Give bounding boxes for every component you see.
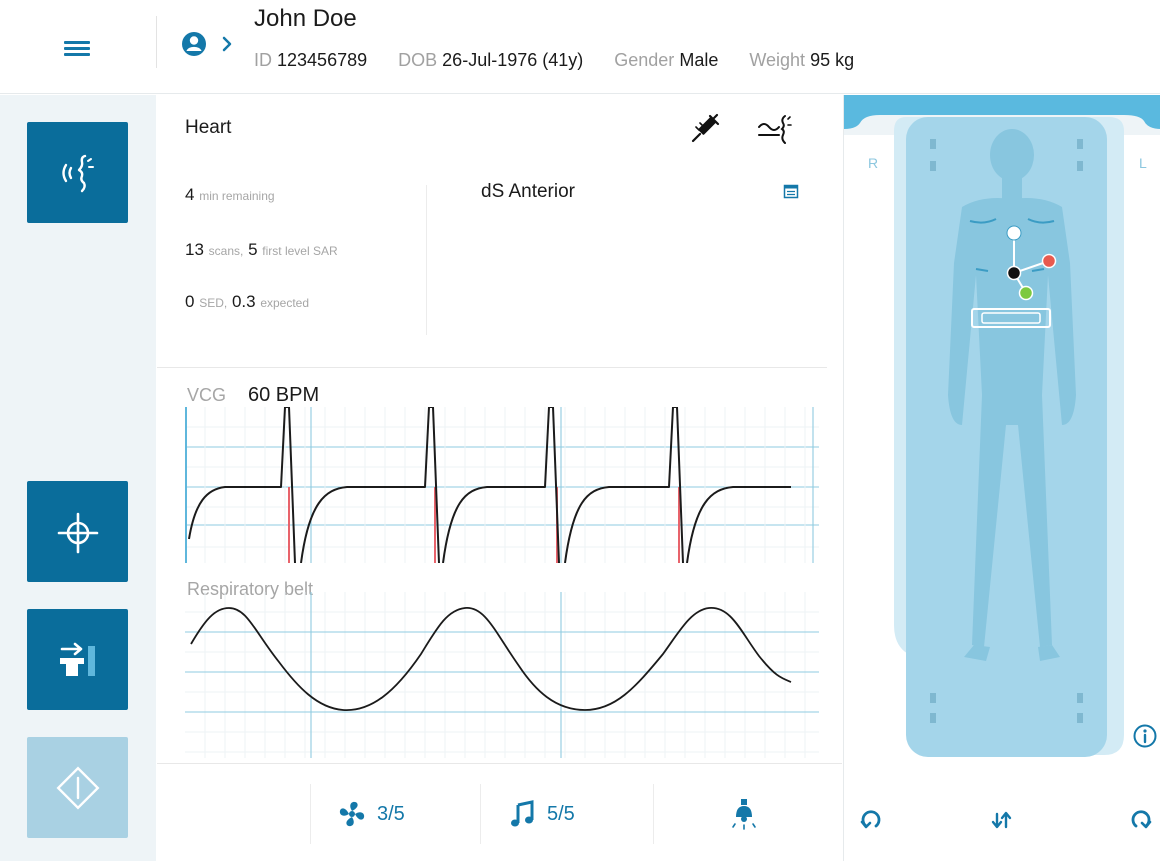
start-scan-button[interactable] <box>27 737 128 838</box>
vcg-label: VCG <box>187 385 227 405</box>
weight-value: 95 <box>810 50 831 70</box>
right-side-label: R <box>868 155 879 171</box>
weight-label: Weight <box>749 50 806 70</box>
patient-position-panel: R L <box>843 95 1160 861</box>
breath-hold-icon <box>758 115 792 144</box>
coil-body-map <box>844 95 1160 757</box>
toolbar-separator <box>480 784 481 844</box>
vcg-waveform <box>188 407 791 563</box>
respiratory-waveform <box>190 607 792 711</box>
menu-button[interactable] <box>62 38 94 58</box>
patient-icon <box>182 32 232 56</box>
expected-text: expected <box>260 296 310 310</box>
light-button[interactable] <box>731 794 757 834</box>
fan-level: 3/5 <box>377 802 405 825</box>
patient-header: John Doe ID 123456789 DOB 26-Jul-1976 (4… <box>0 0 1160 94</box>
breath-hold-button[interactable] <box>755 113 793 147</box>
protocol-title: Heart <box>185 117 232 138</box>
hamburger-icon <box>64 41 90 44</box>
voice-guidance-button[interactable] <box>27 122 128 223</box>
rotate-left-button[interactable] <box>854 803 888 837</box>
table-up-down-button[interactable] <box>984 803 1018 837</box>
sed-stats: 0 SED, 0.3 expected <box>185 292 309 312</box>
protocol-panel: Heart 4 min remaining 13 scans, 5 first … <box>157 95 842 861</box>
gender-value: Male <box>679 50 719 70</box>
sar-value: 5 <box>248 240 258 259</box>
weight-unit: kg <box>835 50 855 70</box>
info-icon <box>1133 724 1157 748</box>
toolbar-separator <box>653 784 654 844</box>
rotate-right-icon <box>1131 810 1152 829</box>
hamburger-line <box>64 47 90 50</box>
dob-label: DOB <box>398 50 438 70</box>
music-level: 5/5 <box>547 802 575 825</box>
respiratory-trace <box>185 592 819 758</box>
music-icon <box>511 800 534 827</box>
heart-rate-value: 60 BPM <box>248 384 320 406</box>
id-label: ID <box>254 50 272 70</box>
gender-label: Gender <box>614 50 675 70</box>
scan-planning-button[interactable] <box>783 183 799 199</box>
table-move-icon <box>59 642 95 676</box>
fan-button[interactable]: 3/5 <box>337 794 405 834</box>
injector-icon <box>691 113 720 143</box>
injector-button[interactable] <box>687 113 721 145</box>
header-divider <box>156 16 157 68</box>
fan-icon <box>339 801 365 827</box>
scans-text: scans, <box>208 244 244 258</box>
start-scan-icon <box>56 766 99 809</box>
minutes-value: 4 <box>185 185 195 204</box>
id-value: 123456789 <box>277 50 368 70</box>
calendar-icon <box>783 184 799 199</box>
sed-text: SED, <box>199 296 228 310</box>
crosshair-target-icon <box>57 512 98 553</box>
info-divider <box>426 185 427 335</box>
table-move-button[interactable] <box>27 609 128 710</box>
patient-name: John Doe <box>254 5 357 32</box>
respiratory-grid <box>185 592 819 758</box>
patient-details-button[interactable] <box>180 30 236 58</box>
music-button[interactable]: 5/5 <box>509 794 575 834</box>
rotate-left-icon <box>860 810 881 829</box>
sar-text: first level SAR <box>262 244 338 258</box>
rotate-right-button[interactable] <box>1124 803 1158 837</box>
table-up-down-icon <box>991 811 1012 829</box>
scan-count: 13 scans, 5 first level SAR <box>185 240 338 260</box>
hamburger-line <box>64 53 90 56</box>
minutes-text: min remaining <box>199 189 275 203</box>
sed-value: 0 <box>185 292 195 311</box>
left-side-label: L <box>1139 155 1147 171</box>
vcg-trace <box>185 407 819 563</box>
target-button[interactable] <box>27 481 128 582</box>
expected-value: 0.3 <box>231 292 256 311</box>
patient-meta: ID 123456789 DOB 26-Jul-1976 (41y) Gende… <box>254 50 854 71</box>
scans-value: 13 <box>185 240 204 259</box>
left-toolbar <box>0 95 156 861</box>
section-divider <box>157 367 827 368</box>
scan-name: dS Anterior <box>481 181 575 202</box>
dob-value: 26-Jul-1976 (41y) <box>442 50 584 70</box>
toolbar-separator <box>310 784 311 844</box>
info-button[interactable] <box>1132 723 1158 749</box>
voice-guidance-icon <box>61 154 94 192</box>
time-remaining: 4 min remaining <box>185 185 275 205</box>
light-icon <box>732 799 756 830</box>
comfort-toolbar: 3/5 5/5 <box>157 763 842 861</box>
